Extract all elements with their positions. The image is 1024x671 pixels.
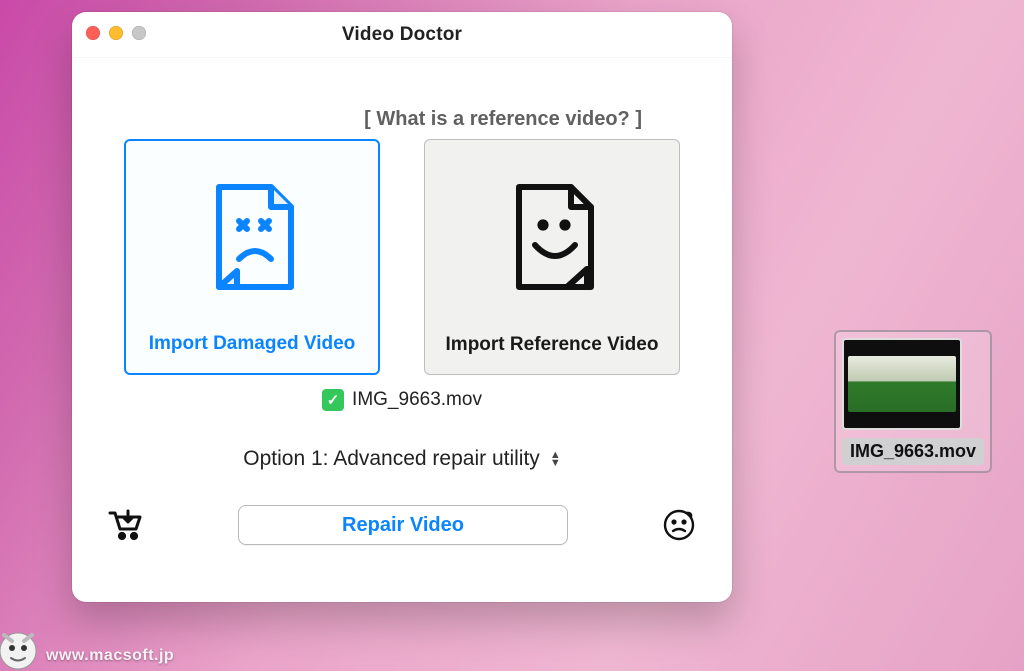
option-label: Option 1: Advanced repair utility [243,447,540,471]
import-reference-label: Import Reference Video [446,334,659,356]
damaged-file-icon [205,141,299,333]
video-thumbnail [842,338,962,430]
minimize-button[interactable] [109,26,123,40]
thumbnail-frame [848,356,956,412]
titlebar[interactable]: Video Doctor [72,12,732,58]
updown-stepper-icon: ▲▼ [550,451,561,467]
imported-filename: IMG_9663.mov [352,389,482,411]
imported-file-row: ✓ IMG_9663.mov [118,389,686,411]
content-area: [ What is a reference video? ] Import Da… [72,58,732,491]
file-label: IMG_9663.mov [842,438,984,465]
desktop-file-IMG_9663[interactable]: IMG_9663.mov [834,330,984,473]
watermark: www.macsoft.jp [46,647,174,665]
import-damaged-label: Import Damaged Video [149,333,356,355]
shopping-cart-icon[interactable] [108,509,144,541]
check-icon: ✓ [322,389,344,411]
import-reference-dropzone[interactable]: Import Reference Video [424,139,680,375]
dropzone-row: Import Damaged Video Import Reference Vi [118,139,686,375]
option-select[interactable]: Option 1: Advanced repair utility ▲▼ [243,447,560,471]
happy-file-icon [505,140,599,334]
file-selection-highlight: IMG_9663.mov [834,330,992,473]
import-damaged-dropzone[interactable]: Import Damaged Video [124,139,380,375]
maximize-button[interactable] [132,26,146,40]
traffic-lights [86,26,146,40]
mascot-icon [0,621,46,671]
footer: Repair Video [72,491,732,567]
window-title: Video Doctor [342,24,462,46]
confused-face-icon[interactable] [662,508,696,542]
close-button[interactable] [86,26,100,40]
reference-hint-link[interactable]: [ What is a reference video? ] [364,108,642,130]
repair-button[interactable]: Repair Video [238,505,568,545]
app-window: Video Doctor [ What is a reference video… [72,12,732,602]
